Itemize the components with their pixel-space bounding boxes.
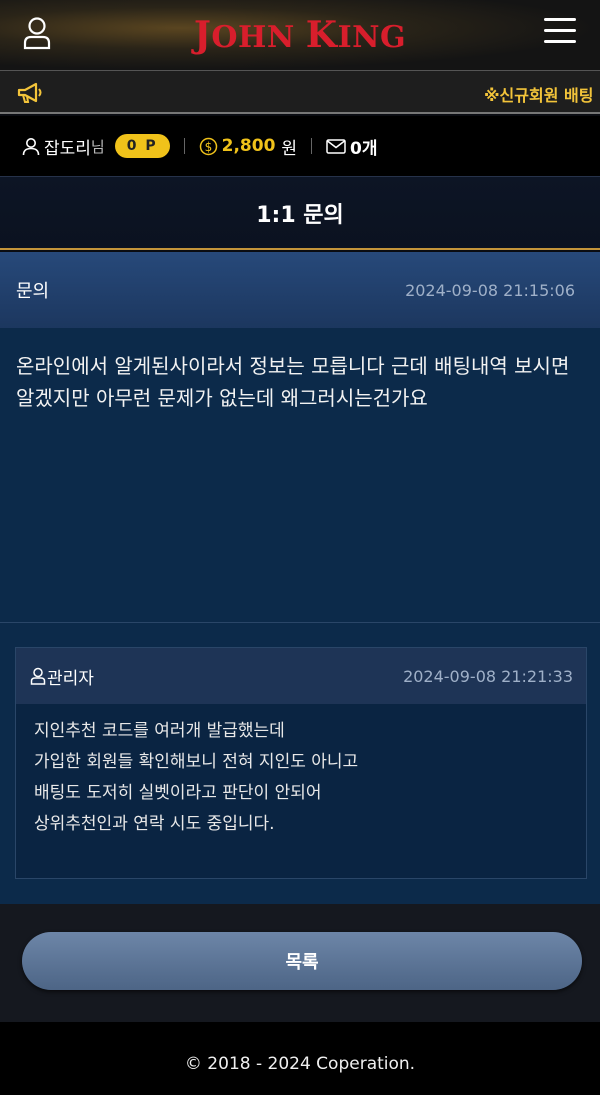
page-title: 1:1 문의	[256, 202, 344, 228]
coin-icon: $	[199, 137, 217, 155]
header: JOHN KING	[0, 0, 600, 70]
svg-text:$: $	[204, 140, 212, 154]
logo-rest-ing: ING	[337, 20, 407, 55]
hamburger-menu-icon[interactable]	[544, 18, 576, 46]
reply-line: 배팅도 도저히 실벳이라고 판단이 안되어	[34, 783, 322, 803]
reply-line: 상위추천인과 연락 시도 중입니다.	[34, 814, 275, 834]
reply-header: 관리자 2024-09-08 21:21:33	[16, 648, 586, 704]
balance-amount: 2,800	[221, 136, 276, 156]
reply-author-name: 관리자	[47, 668, 94, 689]
person-icon	[22, 137, 40, 155]
reply-card: 관리자 2024-09-08 21:21:33 지인추천 코드를 여러개 발급했…	[15, 647, 587, 879]
user-honorific: 님	[90, 137, 105, 156]
envelope-icon	[326, 138, 346, 154]
copyright-text: © 2018 - 2024 Coperation.	[184, 1053, 416, 1074]
inquiry-date: 2024-09-08 21:15:06	[405, 280, 575, 300]
inquiry-body: 온라인에서 알게된사이라서 정보는 모릅니다 근데 배팅내역 보시면 알겠지만 …	[0, 328, 600, 622]
user-nickname: 잡도리	[44, 138, 91, 159]
reply-section: 관리자 2024-09-08 21:21:33 지인추천 코드를 여러개 발급했…	[0, 622, 600, 904]
action-area: 목록	[0, 904, 600, 1022]
inquiry-header: 문의 2024-09-08 21:15:06	[0, 252, 600, 328]
list-button[interactable]: 목록	[22, 932, 582, 990]
user-icon[interactable]	[22, 16, 52, 50]
inquiry-label: 문의	[16, 281, 50, 302]
messages-item[interactable]: 0개	[326, 134, 378, 159]
logo-rest-ohn: OHN	[211, 20, 295, 55]
divider	[311, 138, 313, 154]
balance-unit: 원	[281, 138, 298, 159]
megaphone-icon	[16, 81, 44, 105]
logo-initial-j: J	[193, 14, 212, 56]
person-icon	[30, 667, 46, 685]
message-count: 0개	[350, 138, 378, 159]
points-badge: 0 P	[114, 134, 170, 158]
reply-body: 지인추천 코드를 여러개 발급했는데 가입한 회원들 확인해보니 전혀 지인도 …	[16, 704, 586, 878]
reply-line: 가입한 회원들 확인해보니 전혀 지인도 아니고	[34, 752, 359, 772]
footer: © 2018 - 2024 Coperation.	[0, 1022, 600, 1095]
notice-ticker-text[interactable]: ※신규회원 배팅	[484, 82, 593, 106]
reply-date: 2024-09-08 21:21:33	[403, 666, 573, 686]
notice-bar: ※신규회원 배팅	[0, 70, 600, 114]
page-title-bar: 1:1 문의	[0, 176, 600, 250]
logo-initial-k: K	[305, 14, 338, 56]
reply-author: 관리자	[30, 664, 94, 689]
site-logo[interactable]: JOHN KING	[194, 14, 406, 56]
balance-item[interactable]: $ 2,800 원	[199, 134, 297, 159]
user-info-bar: 잡도리 님 0 P $ 2,800 원 0개	[0, 116, 600, 176]
user-nickname-item[interactable]: 잡도리 님 0 P	[22, 134, 170, 159]
reply-line: 지인추천 코드를 여러개 발급했는데	[34, 721, 285, 741]
divider	[183, 138, 185, 154]
